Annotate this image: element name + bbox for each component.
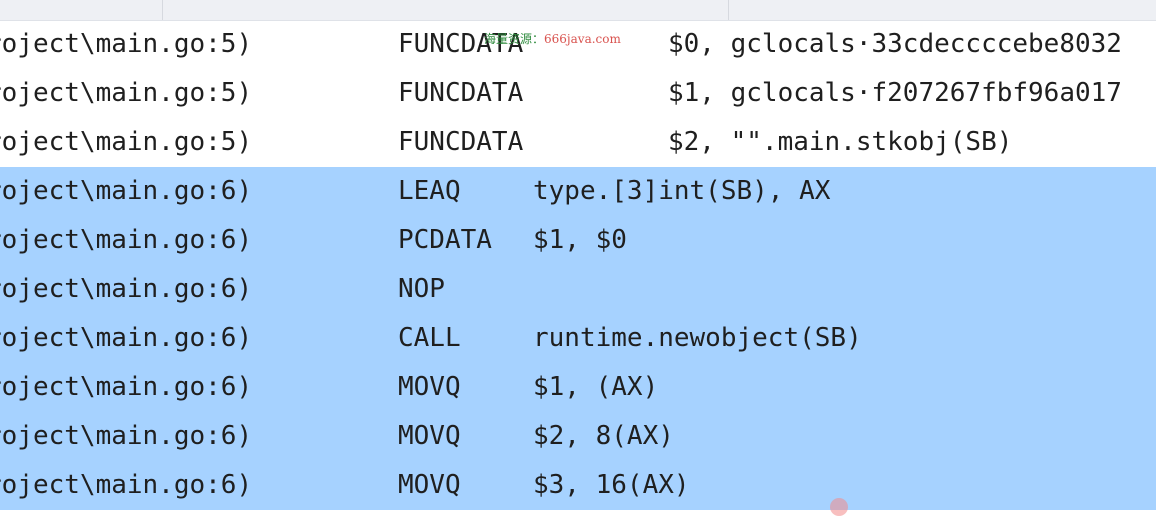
instruction-opcode: FUNCDATA (398, 78, 524, 108)
instruction-opcode: MOVQ (398, 372, 461, 402)
listing-row[interactable]: roject\main.go:6) PCDATA $1, $0 (0, 216, 1156, 265)
instruction-opcode: FUNCDATA (398, 127, 524, 157)
listing-row[interactable]: roject\main.go:6) MOVQ $2, 8(AX) (0, 412, 1156, 461)
source-location: roject\main.go:6) (0, 470, 253, 500)
instruction-operands: runtime.newobject(SB) (533, 323, 862, 353)
source-location: roject\main.go:5) (0, 78, 253, 108)
watermark-url: 666java.com (544, 32, 621, 46)
instruction-operands: $1, (AX) (533, 372, 659, 402)
watermark-overlay: 海量资源：666java.com (484, 32, 621, 46)
source-location: roject\main.go:6) (0, 323, 253, 353)
instruction-opcode: MOVQ (398, 421, 461, 451)
listing-row[interactable]: roject\main.go:6) NOP (0, 265, 1156, 314)
disassembly-listing: roject\main.go:5) FUNCDATA $0, gclocals·33… (0, 20, 1156, 510)
watermark-logo-icon (830, 498, 848, 517)
instruction-opcode: NOP (398, 274, 445, 304)
listing-row[interactable]: roject\main.go:5) FUNCDATA $2, "".main.stk… (0, 118, 1156, 167)
listing-row[interactable]: roject\main.go:6) MOVQ $1, (AX) (0, 363, 1156, 412)
listing-row[interactable]: roject\main.go:5) FUNCDATA $1, gclocals·f2… (0, 69, 1156, 118)
instruction-operands: $2, "".main.stkobj(SB) (668, 127, 1013, 157)
instruction-operands: $2, 8(AX) (533, 421, 674, 451)
instruction-opcode: MOVQ (398, 470, 461, 500)
instruction-operands: $3, 16(AX) (533, 470, 690, 500)
instruction-opcode: LEAQ (398, 176, 461, 206)
instruction-operands: $0, gclocals·33cdeccccebe8032 (668, 29, 1122, 59)
column-divider[interactable] (162, 0, 163, 20)
corner-watermark (790, 493, 1156, 517)
listing-row[interactable]: roject\main.go:6) LEAQ type.[3]int(SB), AX (0, 167, 1156, 216)
source-location: roject\main.go:6) (0, 176, 253, 206)
instruction-operands: $1, $0 (533, 225, 627, 255)
column-header-bar (0, 0, 1156, 21)
source-location: roject\main.go:6) (0, 274, 253, 304)
source-location: roject\main.go:6) (0, 225, 253, 255)
instruction-operands: $1, gclocals·f207267fbf96a017 (668, 78, 1122, 108)
watermark-text: 海量资源： (484, 32, 545, 46)
listing-row[interactable]: roject\main.go:6) CALL runtime.newobject(S… (0, 314, 1156, 363)
source-location: roject\main.go:6) (0, 421, 253, 451)
column-divider[interactable] (728, 0, 729, 20)
source-location: roject\main.go:6) (0, 372, 253, 402)
source-location: roject\main.go:5) (0, 29, 253, 59)
instruction-opcode: CALL (398, 323, 461, 353)
source-location: roject\main.go:5) (0, 127, 253, 157)
instruction-operands: type.[3]int(SB), AX (533, 176, 831, 206)
instruction-opcode: PCDATA (398, 225, 492, 255)
